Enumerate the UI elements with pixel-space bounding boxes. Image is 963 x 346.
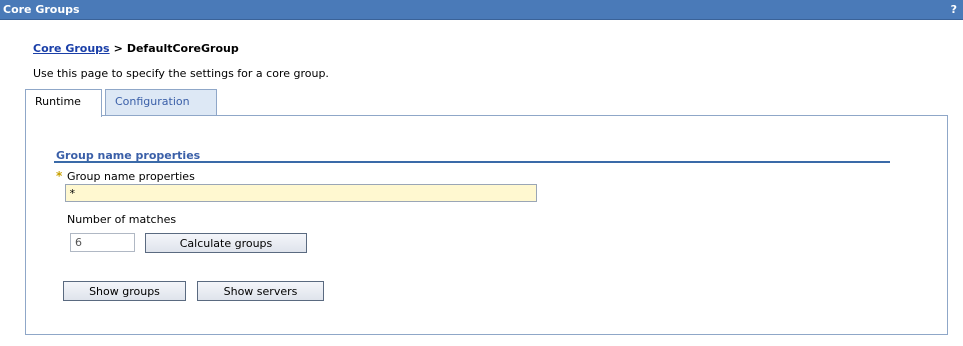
help-icon[interactable]: ? xyxy=(951,3,957,17)
group-name-input[interactable] xyxy=(65,184,537,202)
tab-configuration[interactable]: Configuration xyxy=(105,89,217,115)
required-marker: * xyxy=(56,169,63,183)
section-divider xyxy=(54,161,890,163)
window-title: Core Groups xyxy=(3,3,80,16)
number-of-matches-field xyxy=(70,233,135,252)
breadcrumb-link-core-groups[interactable]: Core Groups xyxy=(33,42,110,55)
window-titlebar: Core Groups ? xyxy=(0,0,963,20)
breadcrumb-current: DefaultCoreGroup xyxy=(126,42,239,55)
calculate-groups-button[interactable]: Calculate groups xyxy=(145,233,307,253)
show-groups-button[interactable]: Show groups xyxy=(63,281,186,301)
show-servers-button[interactable]: Show servers xyxy=(197,281,324,301)
breadcrumb: Core Groups > DefaultCoreGroup xyxy=(33,42,239,55)
number-of-matches-label: Number of matches xyxy=(67,213,177,226)
breadcrumb-separator: > xyxy=(113,42,123,55)
group-name-label: Group name properties xyxy=(67,170,195,183)
page-description: Use this page to specify the settings fo… xyxy=(33,67,329,80)
tab-runtime[interactable]: Runtime xyxy=(25,89,102,117)
